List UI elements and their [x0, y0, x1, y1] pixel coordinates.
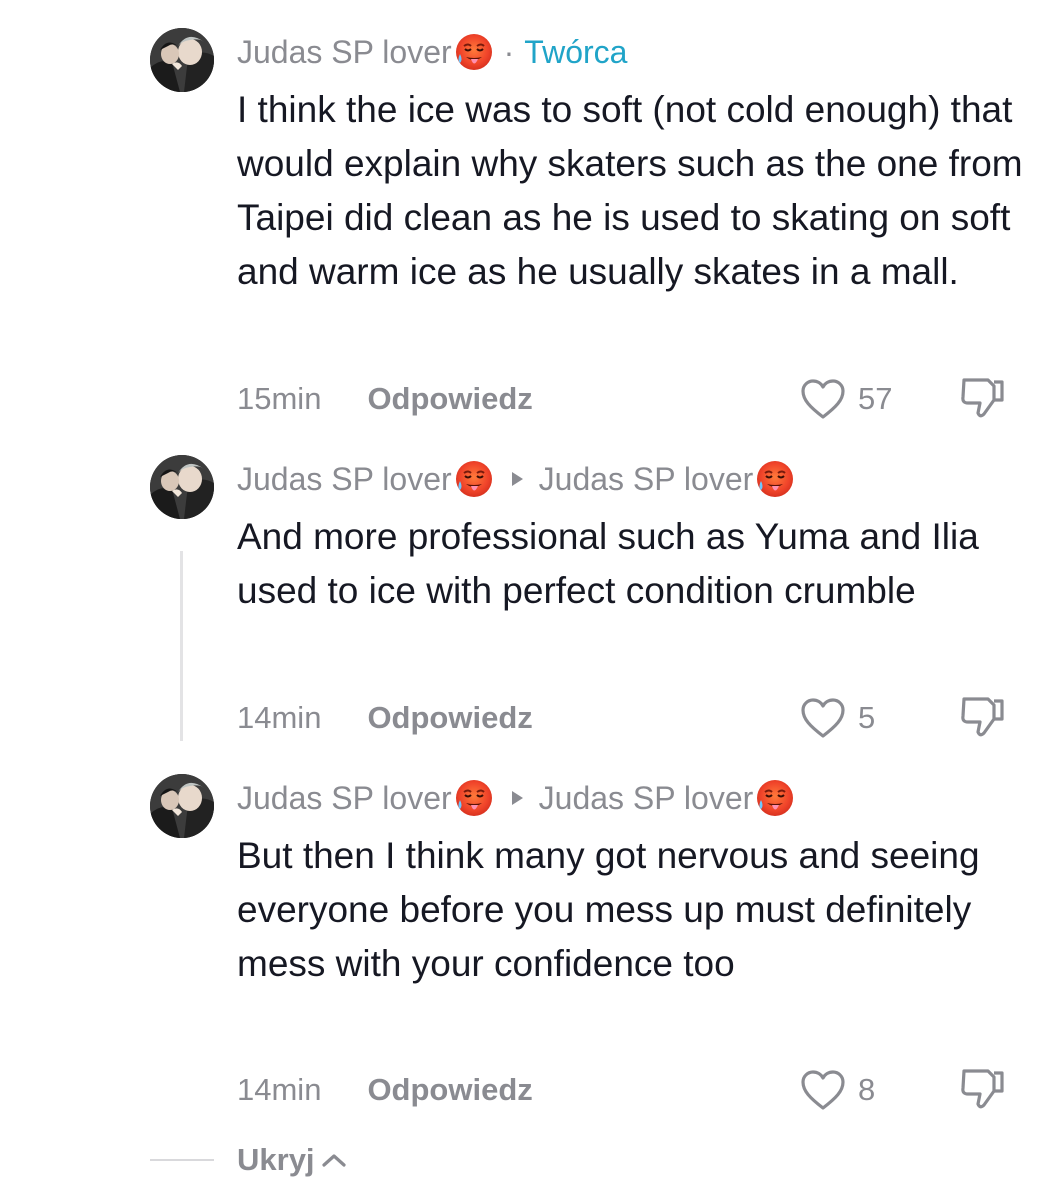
timestamp: 15min [237, 381, 322, 416]
comment-meta: 14min Odpowiedz [237, 698, 533, 738]
hot-face-emoji [755, 459, 795, 499]
hot-face-emoji [454, 459, 494, 499]
comment-header: Judas SP lover · Twórca [237, 32, 627, 72]
hide-label: Ukryj [237, 1142, 315, 1177]
comment-header: Judas SP lover Judas SP lover [237, 459, 795, 499]
timestamp: 14min [237, 1072, 322, 1107]
creator-badge: Twórca [524, 33, 628, 70]
like-button[interactable]: 5 [800, 698, 875, 738]
comment-header: Judas SP lover Judas SP lover [237, 778, 795, 818]
heart-outline-icon [801, 1070, 845, 1110]
chevron-up-icon [321, 1154, 346, 1167]
thumbs-down-icon[interactable] [958, 376, 1006, 420]
like-count: 5 [858, 700, 876, 735]
username[interactable]: Judas SP lover [237, 34, 452, 71]
hot-face-emoji [454, 32, 494, 72]
timestamp: 14min [237, 700, 322, 735]
username[interactable]: Judas SP lover [237, 780, 452, 817]
hide-replies-button[interactable]: Ukryj [150, 1138, 347, 1182]
heart-outline-icon [801, 698, 845, 738]
like-button[interactable]: 57 [800, 379, 892, 419]
like-count: 8 [858, 1072, 876, 1107]
comment-meta: 15min Odpowiedz [237, 379, 533, 419]
heart-outline-icon [801, 379, 845, 419]
thumbs-down-icon[interactable] [958, 695, 1006, 739]
avatar[interactable] [150, 455, 214, 519]
reply-arrow-icon [511, 791, 523, 805]
reply-button[interactable]: Odpowiedz [367, 1072, 532, 1108]
reply-arrow-icon [511, 472, 523, 486]
username[interactable]: Judas SP lover [237, 461, 452, 498]
comment-text: But then I think many got nervous and se… [237, 835, 980, 984]
reply-button[interactable]: Odpowiedz [367, 700, 532, 736]
hot-face-emoji [755, 778, 795, 818]
avatar[interactable] [150, 28, 214, 92]
reply-to-username[interactable]: Judas SP lover [539, 461, 754, 498]
reply-button[interactable]: Odpowiedz [367, 381, 532, 417]
comment-text: I think the ice was to soft (not cold en… [237, 89, 1023, 292]
reply-to-username[interactable]: Judas SP lover [539, 780, 754, 817]
divider [150, 1159, 214, 1161]
thread-line [180, 551, 183, 741]
thumbs-down-icon[interactable] [958, 1067, 1006, 1111]
like-button[interactable]: 8 [800, 1070, 875, 1110]
comment-text: And more professional such as Yuma and I… [237, 516, 979, 611]
avatar[interactable] [150, 774, 214, 838]
separator-dot: · [503, 33, 515, 70]
hot-face-emoji [454, 778, 494, 818]
comment-meta: 14min Odpowiedz [237, 1070, 533, 1110]
like-count: 57 [858, 381, 893, 416]
